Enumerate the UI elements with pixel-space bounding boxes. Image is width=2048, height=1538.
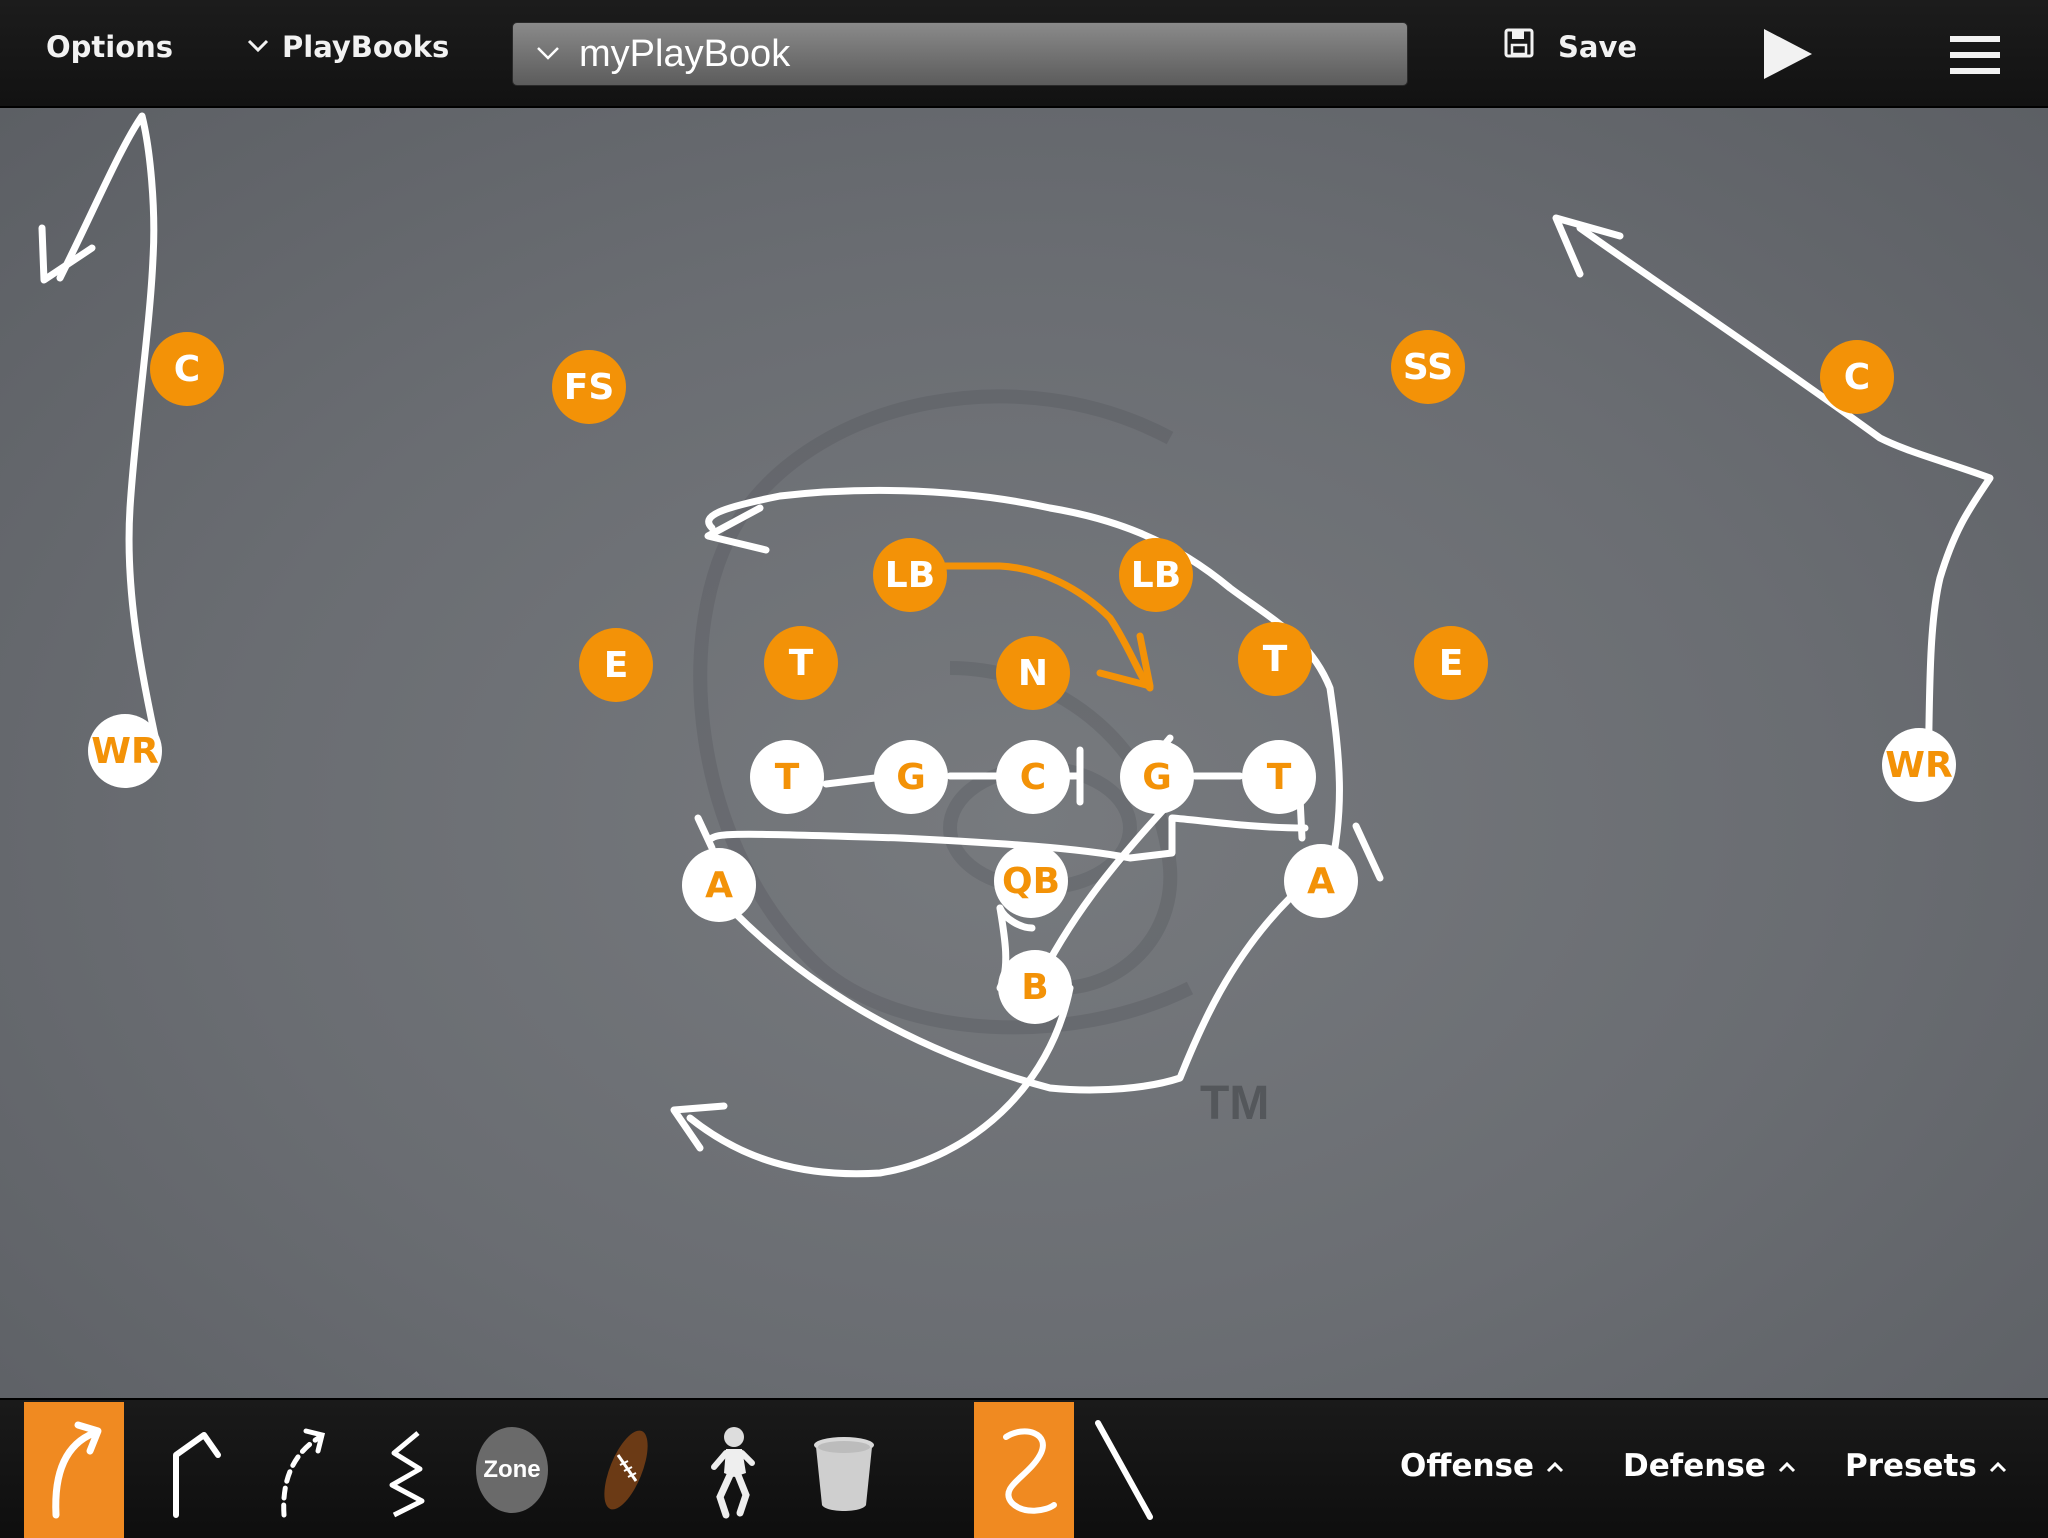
player-label: G (896, 756, 926, 798)
player-t-left-off[interactable]: T (750, 740, 824, 814)
zigzag-arrow-icon (389, 1431, 425, 1518)
player-g-left-off[interactable]: G (874, 740, 948, 814)
player-lb-left[interactable]: LB (873, 538, 947, 612)
player-label: C (1019, 756, 1047, 798)
player-label: LB (1130, 554, 1182, 596)
playbook-select[interactable]: myPlayBook (512, 22, 1408, 86)
chevron-down-icon (246, 35, 270, 60)
player-e-right[interactable]: E (1414, 626, 1488, 700)
block-a-left-tick (694, 814, 716, 852)
route-wr-left (56, 112, 162, 754)
freehand-draw-tool[interactable] (974, 1402, 1074, 1538)
player-label: E (603, 644, 629, 686)
football-player-icon (711, 1427, 755, 1519)
save-label: Save (1558, 29, 1638, 64)
block-a-right-tick (1352, 822, 1384, 882)
football-tool[interactable] (576, 1402, 676, 1538)
save-disk-icon (1504, 28, 1534, 65)
player-label: QB (1001, 860, 1061, 902)
player-ss[interactable]: SS (1391, 330, 1465, 404)
player-lb-right[interactable]: LB (1119, 538, 1193, 612)
player-label: N (1017, 652, 1049, 694)
player-label: T (1266, 756, 1292, 798)
straight-line-icon (1095, 1420, 1153, 1520)
trash-tool[interactable] (794, 1402, 894, 1538)
play-icon[interactable] (1760, 26, 1814, 87)
player-label: C (173, 348, 201, 390)
player-qb[interactable]: QB (994, 844, 1068, 918)
player-label: G (1142, 756, 1172, 798)
angled-route-tool[interactable] (144, 1402, 244, 1538)
arrowhead (38, 224, 96, 284)
chevron-up-icon (1989, 1454, 2007, 1478)
player-c-off[interactable]: C (996, 740, 1070, 814)
player-label: E (1438, 642, 1464, 684)
options-label: Options (46, 30, 174, 64)
angled-arrow-icon (173, 1432, 221, 1518)
line-t-g (822, 774, 879, 788)
player-b[interactable]: B (998, 950, 1072, 1024)
player-a-left[interactable]: A (682, 848, 756, 922)
player-label: A (705, 864, 733, 906)
player-label: WR (91, 730, 159, 772)
player-tool[interactable] (680, 1402, 780, 1538)
straight-line-tool[interactable] (1074, 1402, 1174, 1538)
trademark-label: TM (1200, 1077, 1270, 1130)
player-label: T (774, 756, 800, 798)
curved-arrow-icon (52, 1421, 102, 1519)
player-t-right-off[interactable]: T (1242, 740, 1316, 814)
player-label: B (1021, 966, 1049, 1008)
offense-label: Offense (1400, 1448, 1535, 1484)
player-t-left[interactable]: T (764, 626, 838, 700)
player-fs[interactable]: FS (552, 350, 626, 424)
zigzag-route-tool[interactable] (356, 1402, 456, 1538)
player-label: C (1843, 356, 1871, 398)
defense-label: Defense (1623, 1448, 1766, 1484)
options-button[interactable]: Options (46, 30, 173, 64)
player-wr-left[interactable]: WR (88, 714, 162, 788)
player-g-right-off[interactable]: G (1120, 740, 1194, 814)
chevron-up-icon (1546, 1454, 1564, 1478)
player-label: SS (1402, 346, 1454, 388)
chevron-up-icon (1778, 1454, 1796, 1478)
playbook-name: myPlayBook (579, 32, 791, 75)
freehand-squiggle-icon (1003, 1428, 1057, 1514)
play-field[interactable]: TM C FS SS C LB LB E T N T E WR WR T G C… (0, 108, 2048, 1398)
presets-menu-button[interactable]: Presets (1845, 1448, 2007, 1484)
chevron-down-icon (535, 40, 561, 68)
presets-label: Presets (1845, 1448, 1977, 1484)
zone-tool[interactable]: Zone (462, 1402, 562, 1538)
player-e-left[interactable]: E (579, 628, 653, 702)
playbooks-label: PlayBooks (282, 30, 450, 64)
player-n[interactable]: N (996, 636, 1070, 710)
player-label: LB (884, 554, 936, 596)
curved-route-tool[interactable] (24, 1402, 124, 1538)
hamburger-icon[interactable] (1950, 34, 2000, 81)
player-label: A (1307, 860, 1335, 902)
zone-icon: Zone (476, 1427, 548, 1513)
player-label: T (788, 642, 814, 684)
player-t-right[interactable]: T (1238, 622, 1312, 696)
trash-can-icon (814, 1437, 874, 1511)
player-a-right[interactable]: A (1284, 844, 1358, 918)
offense-menu-button[interactable]: Offense (1400, 1448, 1564, 1484)
football-icon (604, 1430, 648, 1510)
player-label: WR (1885, 744, 1953, 786)
dashed-arrow-icon (281, 1428, 326, 1518)
player-label: T (1262, 638, 1288, 680)
player-c-right[interactable]: C (1820, 340, 1894, 414)
top-toolbar: Options PlayBooks myPlayBook Save (0, 0, 2048, 108)
player-c-left[interactable]: C (150, 332, 224, 406)
dashed-route-tool[interactable] (250, 1402, 350, 1538)
zone-label: Zone (483, 1456, 541, 1483)
player-wr-right[interactable]: WR (1882, 728, 1956, 802)
playbooks-button[interactable]: PlayBooks (246, 30, 449, 64)
bottom-toolbar: Zone Offense Defense Presets (0, 1398, 2048, 1538)
route-wr-right (1576, 224, 1994, 777)
defense-menu-button[interactable]: Defense (1623, 1448, 1796, 1484)
player-label: FS (563, 366, 615, 408)
save-button[interactable]: Save (1504, 28, 1637, 65)
